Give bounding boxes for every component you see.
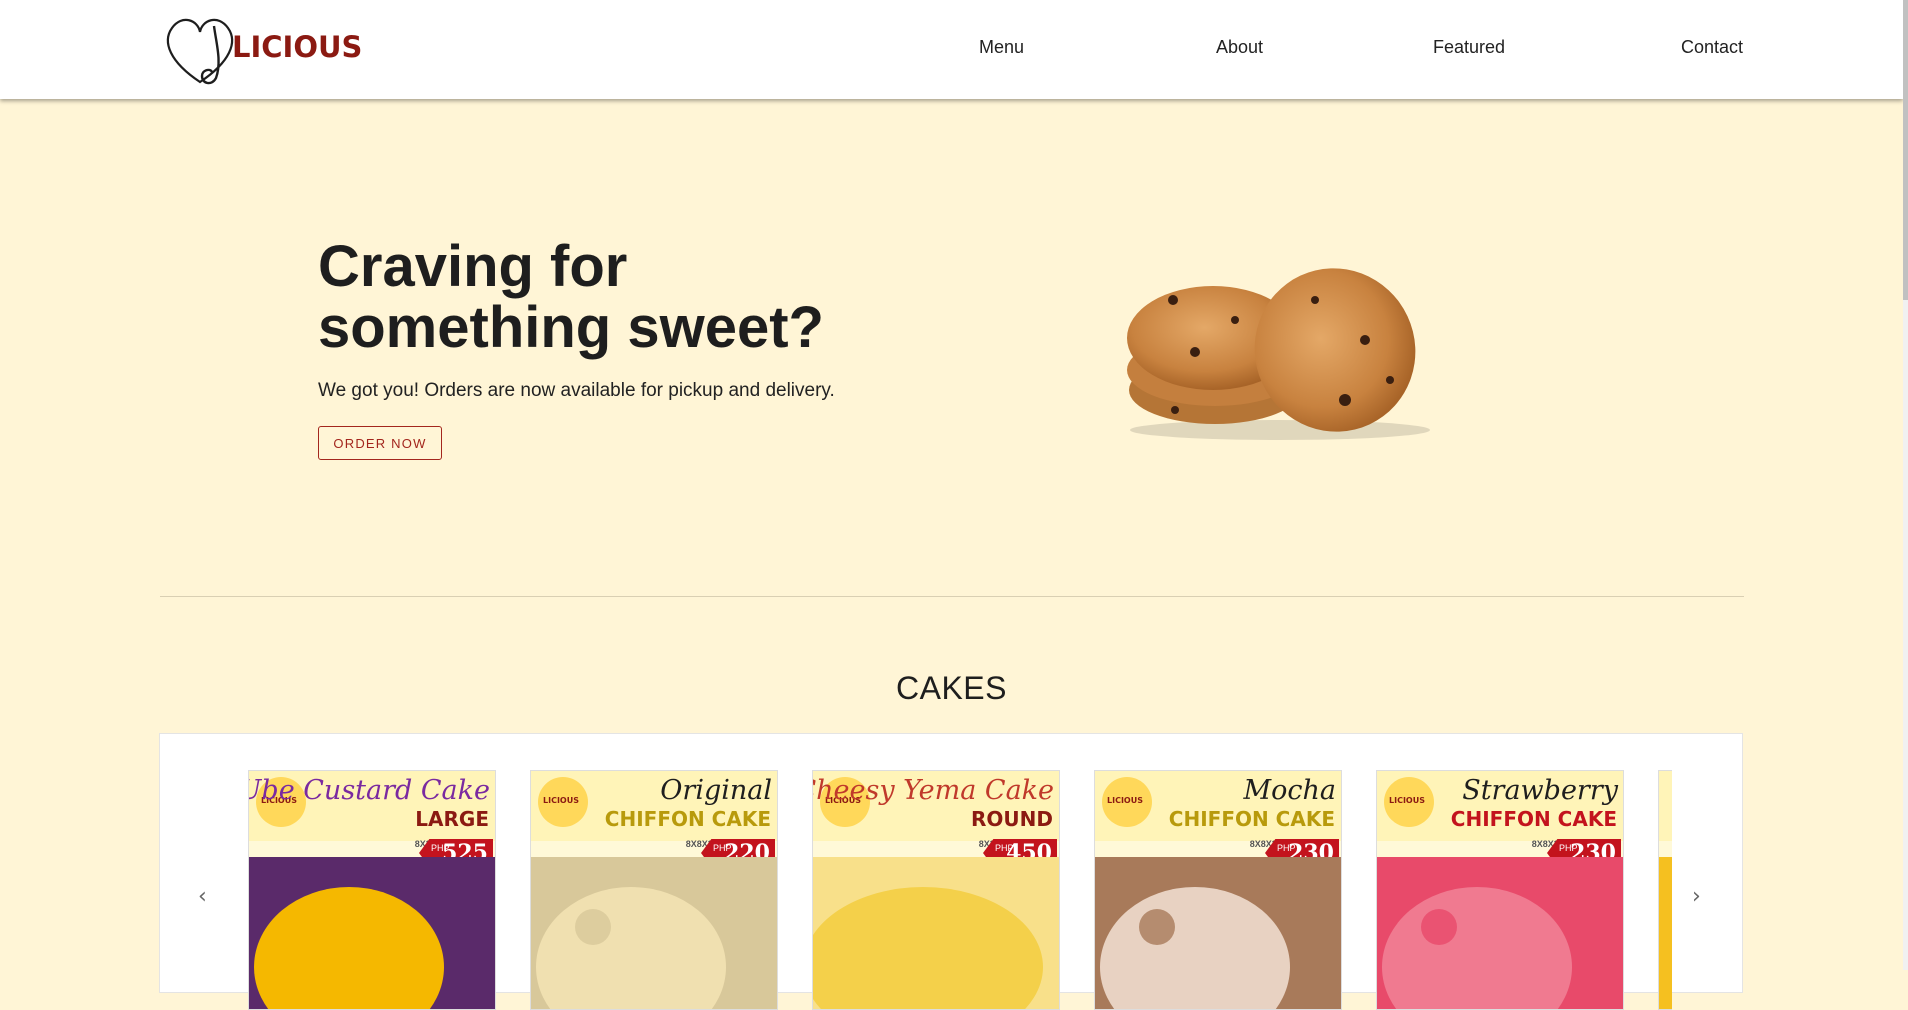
chevron-right-icon: ›	[1692, 884, 1701, 909]
cake-type: ROUND	[971, 807, 1053, 831]
cakes-carousel: ‹ › LICIOUS Ube Custard Cake LARGE 8X3" …	[159, 733, 1743, 1010]
nav-contact[interactable]: Contact	[1681, 37, 1743, 58]
badge-label: LICIOUS	[543, 796, 579, 805]
carousel-next-button[interactable]: ›	[1692, 884, 1701, 909]
cake-type: CHIFFON CAKE	[604, 807, 771, 831]
cake-photo	[531, 857, 777, 1009]
cake-card[interactable]: LICIOUS Original CHIFFON CAKE 8X8X3" PHP…	[530, 770, 778, 1010]
cake-photo	[1659, 857, 1672, 1009]
chevron-left-icon: ‹	[198, 884, 207, 909]
cake-name: Mocha	[1243, 775, 1336, 806]
carousel-track: LICIOUS Ube Custard Cake LARGE 8X3" PHP …	[248, 770, 1672, 1010]
cake-photo	[1095, 857, 1341, 1009]
nav-menu[interactable]: Menu	[979, 37, 1024, 58]
carousel-prev-button[interactable]: ‹	[198, 884, 207, 909]
cake-type: CHIFFON CAKE	[1168, 807, 1335, 831]
cake-name: Ube Custard Cake	[248, 775, 490, 806]
cake-photo	[249, 857, 495, 1009]
cake-card[interactable]: LICIOUS Cheesy Yema Cake ROUND 8X3" PHP …	[812, 770, 1060, 1010]
site-header: LICIOUS Menu About Featured Contact	[0, 0, 1903, 99]
cake-type: LARGE	[415, 807, 489, 831]
logo-wordmark: LICIOUS	[232, 30, 363, 64]
badge-label: LICIOUS	[1389, 796, 1425, 805]
cake-card[interactable]: LICIOUS Mocha CHIFFON CAKE 8X8X3" PHP 23…	[1094, 770, 1342, 1010]
cake-name: Strawberry	[1462, 775, 1618, 806]
cookies-image	[1127, 268, 1430, 440]
badge-label: LICIOUS	[1107, 796, 1143, 805]
nav-about[interactable]: About	[1216, 37, 1263, 58]
hero-title: Craving for something sweet?	[318, 234, 824, 360]
heart-logo-icon	[166, 18, 234, 85]
section-divider	[160, 596, 1744, 597]
cake-photo	[813, 857, 1059, 1009]
scrollbar-thumb[interactable]	[1903, 0, 1908, 300]
site-logo[interactable]: LICIOUS	[160, 12, 362, 88]
section-title: CAKES	[896, 670, 1007, 706]
cake-card-partial[interactable]	[1658, 770, 1672, 1010]
card-header	[1659, 771, 1672, 841]
cake-card[interactable]: LICIOUS Ube Custard Cake LARGE 8X3" PHP …	[248, 770, 496, 1010]
cake-card[interactable]: LICIOUS Strawberry CHIFFON CAKE 8X8X3" P…	[1376, 770, 1624, 1010]
cake-type: CHIFFON CAKE	[1450, 807, 1617, 831]
hero-subtitle: We got you! Orders are now available for…	[318, 380, 835, 401]
cake-name: Original	[660, 775, 772, 806]
nav-featured[interactable]: Featured	[1433, 37, 1505, 58]
cake-name: Cheesy Yema Cake	[812, 775, 1054, 806]
page-scrollbar[interactable]	[1903, 0, 1908, 970]
order-now-button[interactable]: ORDER NOW	[318, 426, 442, 460]
cake-photo	[1377, 857, 1623, 1009]
